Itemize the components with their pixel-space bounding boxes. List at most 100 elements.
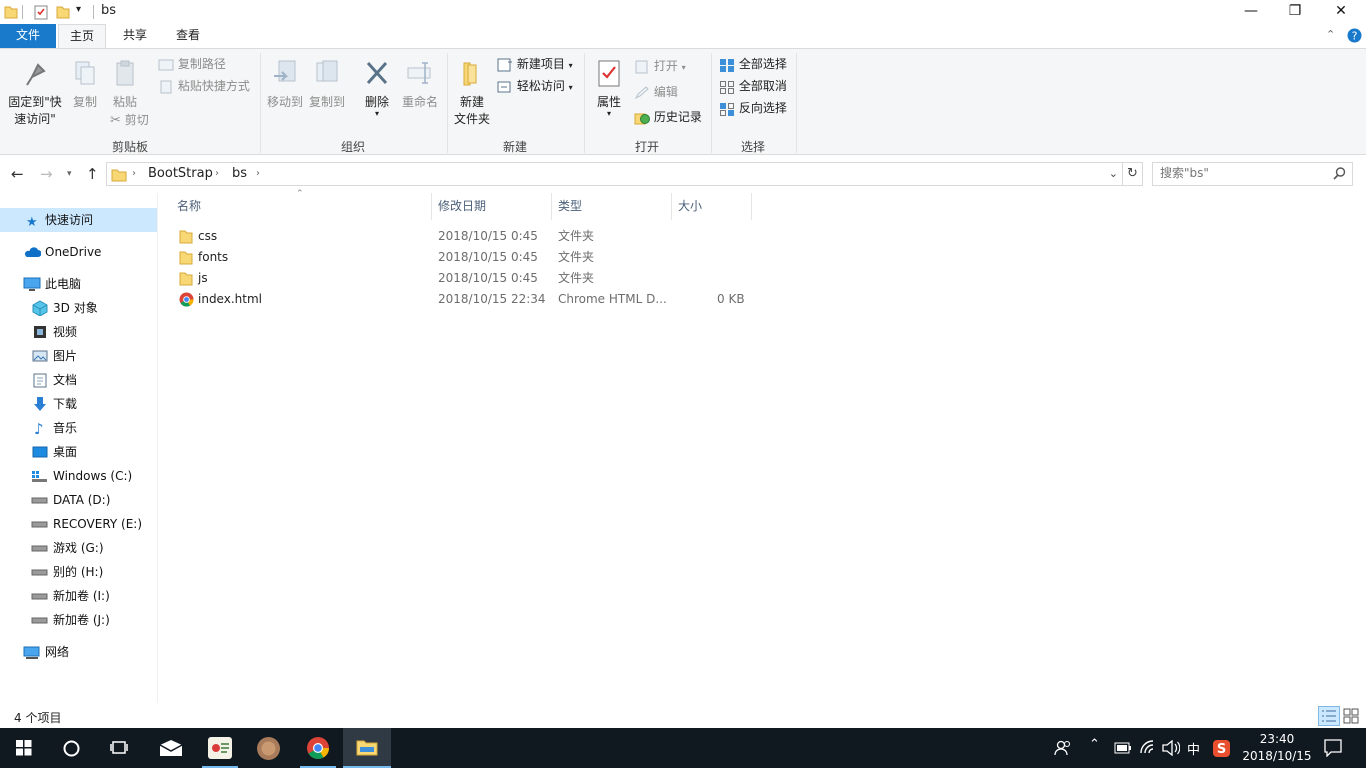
close-button[interactable]: ✕	[1318, 0, 1364, 24]
paste-button[interactable]: 粘贴	[106, 59, 144, 111]
new-item-button[interactable]: 新建项目 ▾	[497, 54, 573, 74]
nav-item-this-pc[interactable]: 此电脑	[0, 272, 157, 296]
search-taskbar-button[interactable]	[48, 728, 96, 768]
battery-icon[interactable]	[1114, 742, 1132, 754]
wifi-icon[interactable]	[1139, 739, 1156, 755]
tab-share[interactable]: 共享	[111, 24, 159, 48]
cut-button[interactable]: ✂ 剪切	[110, 110, 149, 130]
system-drive-icon	[32, 471, 47, 482]
details-view-icon[interactable]	[1318, 706, 1340, 726]
search-icon[interactable]	[1333, 167, 1346, 180]
new-folder-icon[interactable]	[56, 4, 70, 20]
maximize-button[interactable]: ❐	[1272, 0, 1318, 24]
properties-dropdown-icon[interactable]: ▾	[590, 110, 628, 118]
refresh-button[interactable]: ↻	[1123, 162, 1143, 186]
paste-shortcut-button[interactable]: 粘贴快捷方式	[158, 76, 250, 96]
table-row[interactable]: css 2018/10/15 0:45 文件夹	[176, 226, 756, 247]
easy-access-dropdown-icon[interactable]: ▾	[569, 83, 573, 92]
tab-view[interactable]: 查看	[164, 24, 212, 48]
large-icons-view-icon[interactable]	[1343, 708, 1359, 724]
tab-home[interactable]: 主页	[58, 24, 106, 49]
address-bar[interactable]: › BootStrap › bs › ⌄	[106, 162, 1123, 186]
volume-icon[interactable]	[1162, 740, 1180, 756]
move-to-button[interactable]: 移动到	[265, 59, 305, 111]
copy-to-button[interactable]: 复制到	[306, 59, 348, 111]
easy-access-button[interactable]: 轻松访问 ▾	[497, 76, 573, 96]
taskbar-app-game[interactable]	[245, 728, 293, 768]
column-header-size[interactable]: 大小	[672, 193, 752, 220]
search-box[interactable]	[1152, 162, 1353, 186]
help-icon[interactable]: ?	[1347, 28, 1362, 43]
column-header-name[interactable]: 名称	[171, 193, 432, 220]
task-view-button[interactable]	[96, 728, 144, 768]
breadcrumb-bs[interactable]: bs	[232, 166, 247, 181]
select-all-icon	[720, 58, 734, 72]
open-button[interactable]: 打开 ▾	[634, 56, 686, 76]
taskbar-file-explorer[interactable]	[343, 728, 391, 768]
nav-item-drive-i[interactable]: 新加卷 (I:)	[0, 584, 157, 608]
properties-icon[interactable]	[33, 4, 49, 20]
select-all-button[interactable]: 全部选择	[719, 54, 787, 74]
table-row[interactable]: index.html 2018/10/15 22:34 Chrome HTML …	[176, 289, 756, 310]
nav-item-quick-access[interactable]: ★ 快速访问	[0, 208, 157, 232]
cube-icon	[32, 300, 48, 316]
people-icon[interactable]	[1054, 739, 1072, 757]
quick-access-dropdown-icon[interactable]: ▾	[76, 4, 81, 15]
breadcrumb-separator-icon[interactable]: ›	[215, 168, 219, 179]
nav-item-downloads[interactable]: 下载	[0, 392, 157, 416]
history-button[interactable]: 历史记录	[634, 107, 702, 127]
nav-item-drive-c[interactable]: Windows (C:)	[0, 464, 157, 488]
delete-dropdown-icon[interactable]: ▾	[358, 110, 396, 118]
breadcrumb-bootstrap[interactable]: BootStrap	[148, 166, 213, 181]
collapse-ribbon-icon[interactable]: ⌃	[1326, 28, 1335, 41]
minimize-button[interactable]: —	[1228, 0, 1274, 24]
nav-item-drive-d[interactable]: DATA (D:)	[0, 488, 157, 512]
edit-button[interactable]: 编辑	[634, 82, 678, 102]
taskbar-app-notes[interactable]	[196, 728, 244, 768]
up-arrow-icon[interactable]: ↑	[86, 165, 99, 183]
nav-item-onedrive[interactable]: OneDrive	[0, 240, 157, 264]
sogou-ime-icon[interactable]: S	[1212, 739, 1231, 758]
taskbar-chrome[interactable]	[294, 728, 342, 768]
nav-item-drive-j[interactable]: 新加卷 (J:)	[0, 608, 157, 632]
notification-center-icon[interactable]	[1324, 739, 1342, 757]
start-button[interactable]	[0, 728, 48, 768]
open-dropdown-icon[interactable]: ▾	[682, 63, 686, 72]
nav-item-drive-h[interactable]: 别的 (H:)	[0, 560, 157, 584]
table-row[interactable]: fonts 2018/10/15 0:45 文件夹	[176, 247, 756, 268]
nav-item-pictures[interactable]: 图片	[0, 344, 157, 368]
nav-item-videos[interactable]: 视频	[0, 320, 157, 344]
nav-item-desktop[interactable]: 桌面	[0, 440, 157, 464]
search-input[interactable]	[1160, 166, 1330, 180]
column-header-type[interactable]: 类型	[552, 193, 672, 220]
nav-item-3d-objects[interactable]: 3D 对象	[0, 296, 157, 320]
copy-button[interactable]: 复制	[66, 59, 104, 111]
nav-item-drive-e[interactable]: RECOVERY (E:)	[0, 512, 157, 536]
nav-item-music[interactable]: ♪ 音乐	[0, 416, 157, 440]
nav-item-documents[interactable]: 文档	[0, 368, 157, 392]
invert-selection-button[interactable]: 反向选择	[719, 98, 787, 118]
table-row[interactable]: js 2018/10/15 0:45 文件夹	[176, 268, 756, 289]
rename-button[interactable]: 重命名	[398, 59, 442, 111]
address-dropdown-icon[interactable]: ⌄	[1109, 167, 1118, 180]
breadcrumb-separator-icon[interactable]: ›	[132, 168, 136, 179]
new-folder-button[interactable]: 新建 文件夹	[450, 59, 494, 128]
new-item-dropdown-icon[interactable]: ▾	[569, 61, 573, 70]
delete-button[interactable]: 删除 ▾	[358, 59, 396, 118]
nav-item-drive-g[interactable]: 游戏 (G:)	[0, 536, 157, 560]
show-hidden-icons-icon[interactable]: ⌃	[1089, 737, 1100, 752]
select-none-button[interactable]: 全部取消	[719, 76, 787, 96]
copy-path-button[interactable]: 复制路径	[158, 54, 226, 74]
recent-locations-dropdown-icon[interactable]: ▾	[67, 169, 72, 179]
forward-arrow-icon[interactable]: →	[40, 165, 53, 183]
nav-item-network[interactable]: 网络	[0, 640, 157, 664]
clock[interactable]: 23:40 2018/10/15	[1242, 731, 1312, 765]
pin-to-quick-access-button[interactable]: 固定到"快速访问"	[4, 59, 66, 128]
breadcrumb-separator-icon[interactable]: ›	[256, 168, 260, 179]
taskbar-mail-app[interactable]	[147, 728, 195, 768]
input-method-indicator[interactable]: 中	[1187, 739, 1200, 758]
tab-file[interactable]: 文件	[0, 24, 56, 48]
back-arrow-icon[interactable]: ←	[11, 165, 24, 183]
column-header-date[interactable]: 修改日期	[432, 193, 552, 220]
properties-button[interactable]: 属性 ▾	[590, 59, 628, 118]
